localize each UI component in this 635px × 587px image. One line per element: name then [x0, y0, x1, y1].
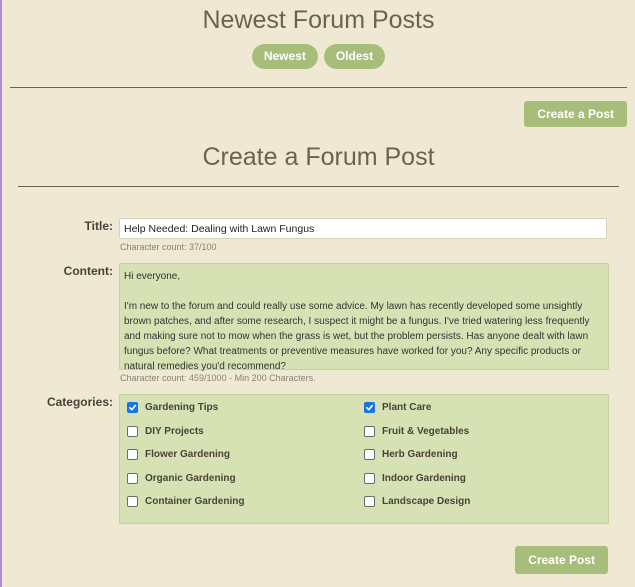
category-option[interactable]: Container Gardening [127, 496, 244, 507]
checkbox-icon[interactable] [127, 449, 138, 460]
checkbox-icon[interactable] [127, 472, 138, 484]
divider [10, 87, 627, 88]
category-label: Herb Gardening [382, 449, 458, 460]
category-label: Plant Care [382, 402, 432, 413]
category-option[interactable]: Gardening Tips [127, 402, 218, 413]
create-post-top-button[interactable]: Create a Post [524, 101, 627, 127]
category-option[interactable]: Fruit & Vegetables [364, 425, 470, 437]
category-option[interactable]: Herb Gardening [364, 449, 458, 460]
category-option[interactable]: Flower Gardening [127, 449, 230, 460]
category-option[interactable]: DIY Projects [127, 425, 204, 437]
checkbox-icon[interactable] [127, 425, 138, 437]
sort-newest-button[interactable]: Newest [251, 44, 318, 69]
category-label: Indoor Gardening [382, 472, 466, 484]
title-character-count: Character count: 37/100 [120, 242, 217, 252]
title-input[interactable]: Help Needed: Dealing with Lawn Fungus [119, 218, 607, 239]
page-title: Newest Forum Posts [202, 6, 435, 34]
content-label: Content: [63, 264, 113, 278]
content-character-count: Character count: 459/1000 - Min 200 Char… [120, 373, 316, 383]
title-label: Title: [84, 219, 113, 233]
create-post-submit-button[interactable]: Create Post [515, 546, 608, 574]
checkbox-checked-icon[interactable] [127, 402, 138, 413]
category-label: Container Gardening [145, 496, 245, 507]
category-label: Flower Gardening [145, 449, 231, 460]
category-option[interactable]: Plant Care [364, 402, 431, 413]
divider [18, 186, 619, 187]
category-label: Fruit & Vegetables [382, 425, 470, 437]
category-option[interactable]: Organic Gardening [127, 472, 236, 484]
checkbox-icon[interactable] [364, 449, 375, 460]
checkbox-icon[interactable] [364, 425, 375, 437]
form-title: Create a Forum Post [202, 143, 435, 171]
checkbox-icon[interactable] [127, 496, 138, 507]
content-textarea[interactable]: Hi everyone, I'm new to the forum and co… [119, 263, 609, 372]
category-label: Landscape Design [382, 496, 471, 507]
category-option[interactable]: Indoor Gardening [364, 472, 466, 484]
sort-oldest-button[interactable]: Oldest [323, 44, 386, 69]
category-label: Gardening Tips [145, 402, 219, 413]
category-label: DIY Projects [145, 425, 204, 437]
checkbox-checked-icon[interactable] [364, 402, 375, 413]
categories-label: Categories: [46, 395, 113, 409]
checkbox-icon[interactable] [364, 472, 375, 484]
checkbox-icon[interactable] [364, 496, 375, 507]
sort-buttons: Newest Oldest [2, 44, 635, 69]
category-label: Organic Gardening [145, 472, 236, 484]
category-option[interactable]: Landscape Design [364, 496, 470, 507]
